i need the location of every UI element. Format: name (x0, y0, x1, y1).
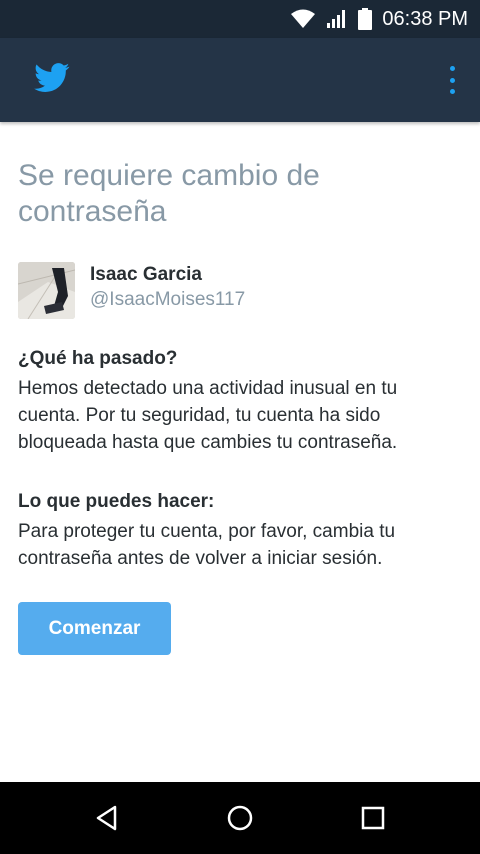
avatar (18, 262, 75, 319)
status-bar: 06:38 PM (0, 0, 480, 38)
navigation-bar (0, 782, 480, 854)
user-card: Isaac Garcia @IsaacMoises117 (18, 262, 462, 319)
page-title: Se requiere cambio de contraseña (18, 159, 320, 228)
what-to-do-heading: Lo que puedes hacer: (18, 491, 215, 512)
app-bar (0, 38, 480, 122)
clock: 06:38 PM (382, 7, 468, 30)
twitter-bird-icon (34, 62, 70, 94)
user-name: Isaac Garcia (90, 264, 202, 285)
home-icon[interactable] (220, 798, 260, 838)
wifi-icon (290, 9, 316, 29)
main-content: Se requiere cambio de contraseña Isaac G… (18, 122, 462, 655)
battery-icon (358, 8, 373, 30)
back-icon[interactable] (87, 798, 127, 838)
signal-icon (326, 9, 348, 29)
what-to-do-section: Lo que puedes hacer: Para proteger tu cu… (18, 490, 462, 572)
what-to-do-body: Para proteger tu cuenta, por favor, camb… (18, 521, 396, 569)
overflow-menu-icon[interactable] (446, 66, 458, 94)
start-button[interactable]: Comenzar (18, 602, 171, 655)
what-happened-body: Hemos detectado una actividad inusual en… (18, 378, 398, 453)
user-handle: @IsaacMoises117 (90, 289, 246, 310)
what-happened-section: ¿Qué ha pasado? Hemos detectado una acti… (18, 347, 462, 456)
recents-icon[interactable] (353, 798, 393, 838)
what-happened-heading: ¿Qué ha pasado? (18, 348, 178, 369)
